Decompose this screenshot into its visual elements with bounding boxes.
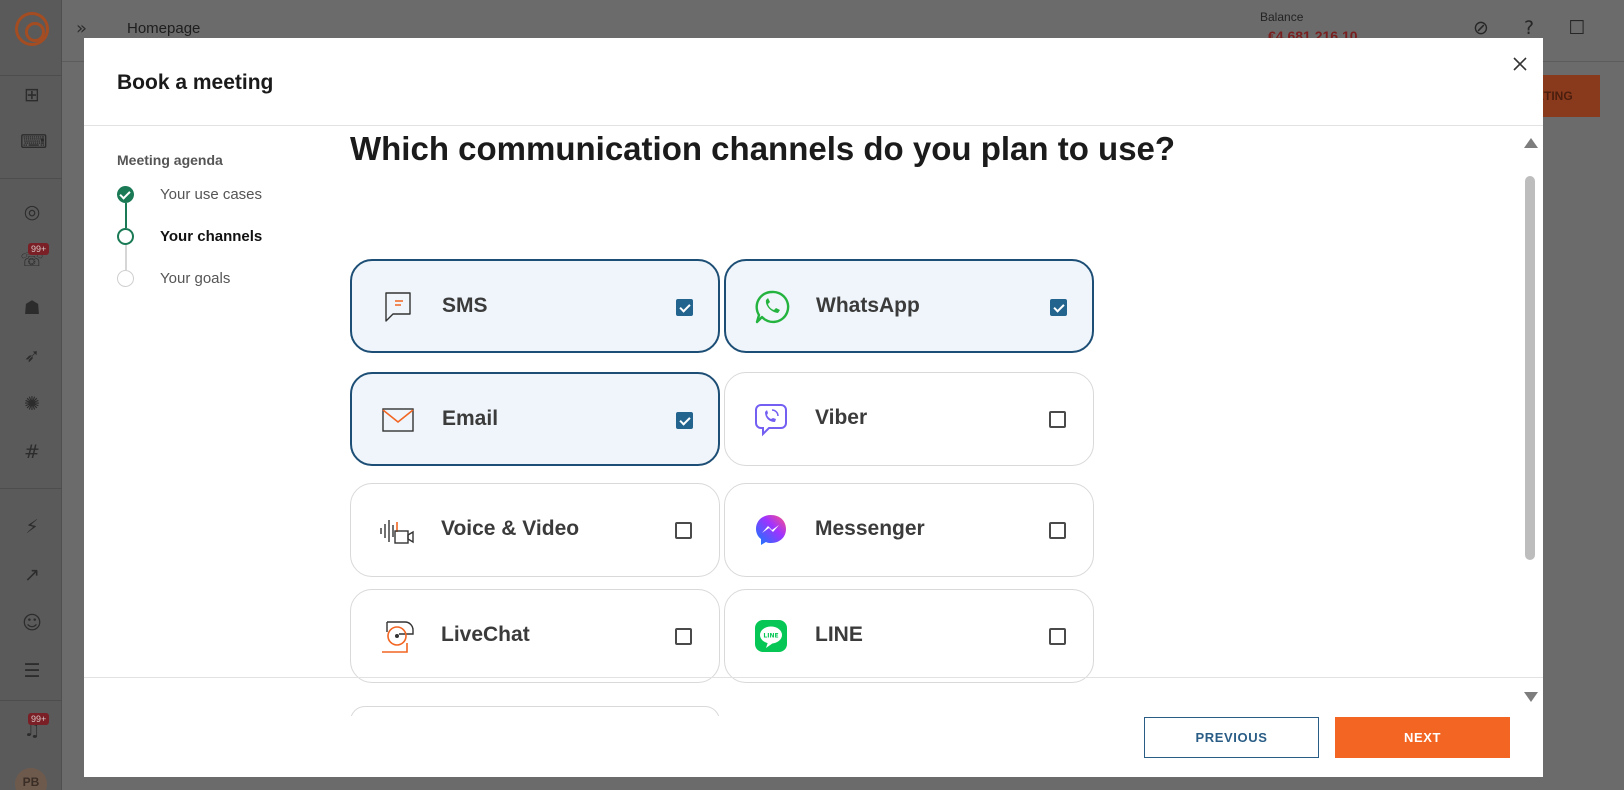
channel-card-whatsapp[interactable]: WhatsApp [724,259,1094,353]
channel-label: WhatsApp [816,294,920,317]
channel-label: Viber [815,406,868,429]
channel-card-voice-video[interactable]: Voice & Video [350,483,720,577]
pending-step-icon [117,270,134,287]
channel-card-messenger[interactable]: Messenger [724,483,1094,577]
docs-icon[interactable]: ☰ [20,659,44,683]
bot-icon[interactable]: ☗ [20,296,44,320]
channel-card-livechat[interactable]: LiveChat [350,589,720,683]
channel-label: Voice & Video [441,517,580,540]
svg-text:LINE: LINE [763,633,778,640]
apps-icon[interactable]: ⊞ [20,83,44,107]
aperture-icon[interactable]: ✺ [20,392,44,416]
line-icon: LINE [753,618,789,654]
voice-video-icon [379,512,415,548]
notification-badge: 99+ [28,243,50,255]
channel-checkbox[interactable] [675,522,692,539]
channel-checkbox[interactable] [675,628,692,645]
livechat-icon [379,618,415,654]
question-title: Which communication channels do you plan… [350,130,1176,167]
expand-sidebar-icon[interactable]: » [76,18,87,39]
channel-label: LiveChat [441,623,530,646]
previous-button[interactable]: PREVIOUS [1144,717,1319,758]
channel-checkbox[interactable] [1049,628,1066,645]
current-step-icon [117,228,134,245]
channel-label: Email [442,407,499,430]
developer-icon[interactable]: ⌨ [20,130,47,154]
agenda-step[interactable]: Your goals [117,270,317,312]
channel-checkbox[interactable] [1050,299,1067,316]
notification-badge: 99+ [28,713,50,725]
agenda-step[interactable]: Your use cases [117,186,317,228]
app-logo[interactable] [15,12,49,46]
modal-title: Book a meeting [117,71,274,94]
breadcrumb[interactable]: Homepage [127,20,200,37]
meeting-agenda: Meeting agenda Your use cases Your chann… [117,152,317,312]
agenda-title: Meeting agenda [117,152,223,168]
scroll-thumb[interactable] [1525,176,1535,560]
channel-label: Messenger [815,517,925,540]
channel-checkbox[interactable] [1049,522,1066,539]
sidebar-divider [0,700,62,701]
step-connector [125,245,127,270]
step-label: Your channels [160,228,263,245]
activity-icon[interactable]: ⚡ [20,515,44,539]
step-connector [125,203,127,228]
channel-label: SMS [442,294,488,317]
sidebar-divider [0,488,62,489]
channel-card-line[interactable]: LINE LINE [724,589,1094,683]
channel-label: LINE [815,623,863,646]
channel-checkbox[interactable] [676,412,693,429]
channel-card-sms[interactable]: SMS [350,259,720,353]
next-button[interactable]: NEXT [1335,717,1510,758]
scroll-up-icon[interactable] [1524,138,1538,148]
modal-footer: PREVIOUS NEXT [84,677,1543,777]
close-icon [1513,57,1527,71]
sms-icon [380,289,416,325]
sidebar-divider [0,75,62,76]
messenger-icon [753,512,789,548]
book-meeting-modal: Book a meeting Meeting agenda Your use c… [84,38,1543,777]
feedback-icon[interactable]: ☐ [1565,17,1589,41]
channel-checkbox[interactable] [676,299,693,316]
analytics-icon[interactable]: ↗ [20,563,44,587]
email-icon [380,402,416,438]
agenda-step[interactable]: Your channels [117,228,317,270]
app-sidebar: ⊞ ⌨ ◎ ☏ 99+ ☗ ➶ ✺ # ⚡ ↗ ☺ ☰ ♫ 99+ PB [0,0,62,790]
hashtag-icon[interactable]: # [20,440,44,464]
close-button[interactable] [1508,52,1532,76]
channels-content: Which communication channels do you plan… [350,126,1515,716]
channel-checkbox[interactable] [1049,411,1066,428]
viber-icon [753,401,789,437]
check-circle-icon [117,186,134,203]
whatsapp-icon [754,289,790,325]
content-scrollbar[interactable] [1521,134,1539,706]
sidebar-divider [0,178,62,179]
step-label: Your goals [160,270,231,287]
people-icon[interactable]: ☺ [20,611,44,635]
target-icon[interactable]: ◎ [20,200,44,224]
modal-header: Book a meeting [84,38,1543,126]
channel-card-viber[interactable]: Viber [724,372,1094,466]
avatar[interactable]: PB [15,768,47,790]
channel-card-email[interactable]: Email [350,372,720,466]
balance-label: Balance [1260,10,1304,24]
rocket-icon[interactable]: ➶ [20,344,44,368]
step-label: Your use cases [160,186,263,203]
